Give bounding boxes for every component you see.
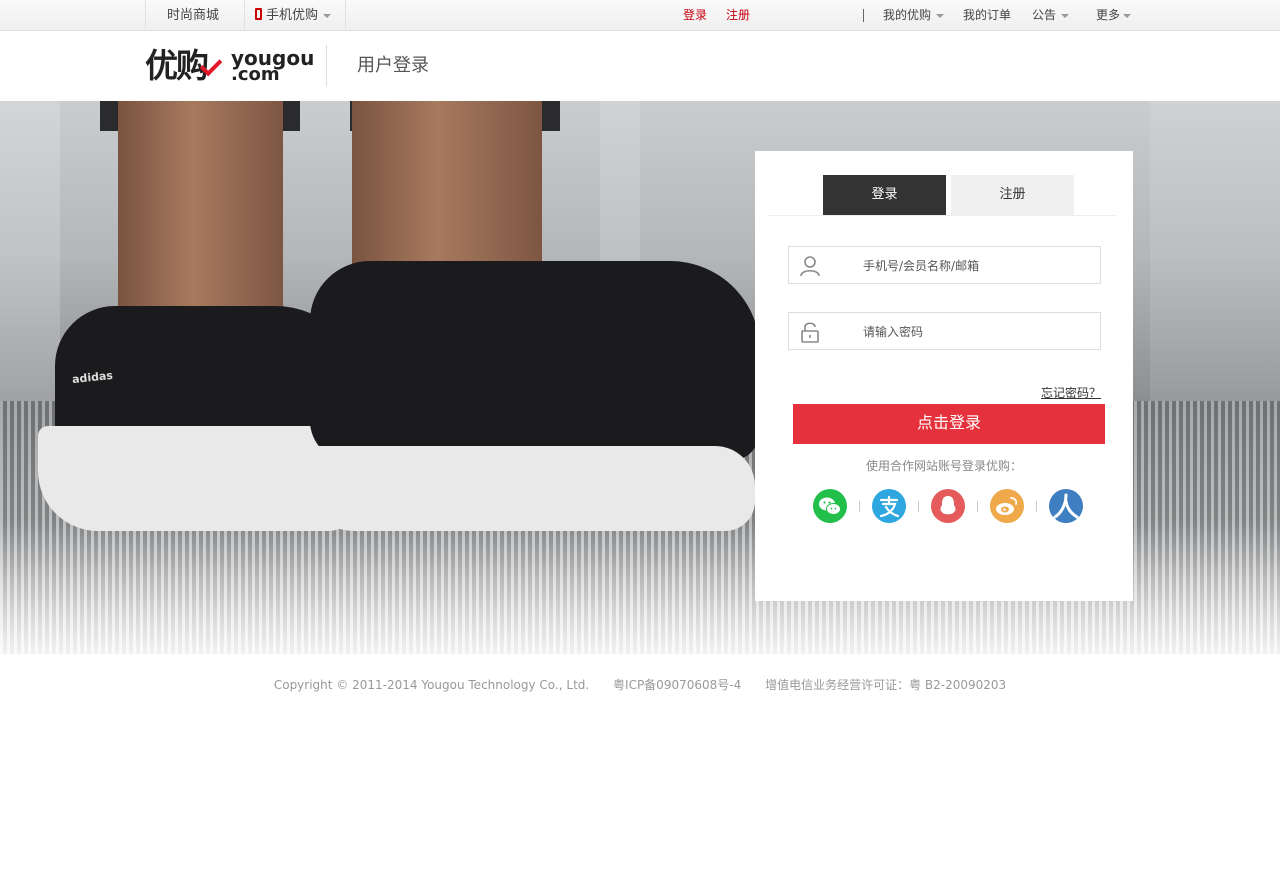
divider — [859, 501, 860, 512]
divider — [918, 501, 919, 512]
escalator-rail — [0, 101, 60, 401]
phone-icon — [255, 8, 262, 20]
right-shoe-sole — [295, 446, 755, 531]
icp-record-link[interactable]: 粤ICP备09070608号-4 — [613, 678, 741, 692]
divider — [977, 501, 978, 512]
partner-login-tip: 使用合作网站账号登录优购： — [865, 459, 1022, 473]
wechat-icon — [813, 489, 847, 523]
user-icon — [800, 256, 820, 277]
telecom-license-text: 增值电信业务经营许可证：粤 B2-20090203 — [765, 678, 1007, 692]
qq-login-button[interactable] — [931, 489, 965, 523]
my-yougou-menu[interactable]: 我的优购 — [883, 0, 945, 31]
header-divider — [326, 45, 327, 87]
escalator-rail — [1150, 101, 1280, 401]
notice-label: 公告 — [1032, 8, 1057, 22]
mobile-label: 手机优购 — [266, 8, 319, 23]
right-shoe — [310, 261, 760, 461]
username-input[interactable] — [863, 256, 1083, 276]
login-tabs: 登录 注册 — [769, 175, 1117, 216]
lock-icon — [801, 322, 819, 343]
copyright-text: Copyright © 2011-2014 Yougou Technology … — [273, 678, 590, 692]
top-bar: 时尚商城 手机优购 登录 注册 我的优购 我的订单 公告 更多 — [0, 0, 1280, 31]
site-footer: Copyright © 2011-2014 Yougou Technology … — [0, 676, 1280, 693]
divider — [863, 9, 864, 22]
password-field[interactable] — [788, 312, 1101, 350]
alipay-icon — [872, 489, 906, 523]
forgot-password-link[interactable]: 忘记密码？ — [1041, 384, 1101, 401]
login-link[interactable]: 登录 — [683, 0, 707, 31]
username-field[interactable] — [788, 246, 1101, 284]
logo-text-domain: .com — [231, 64, 280, 85]
password-input[interactable] — [863, 322, 1083, 342]
register-link[interactable]: 注册 — [726, 0, 750, 31]
tab-register[interactable]: 注册 — [951, 175, 1074, 215]
wechat-login-button[interactable] — [813, 489, 847, 523]
chevron-down-icon — [1061, 13, 1070, 18]
divider — [1036, 501, 1037, 512]
logo-text-cn: 优购 — [145, 46, 209, 85]
site-header: 优购 yougou .com 用户登录 — [0, 31, 1280, 101]
chevron-down-icon — [323, 13, 332, 18]
divider — [145, 0, 146, 31]
renren-login-button[interactable] — [1049, 489, 1083, 523]
my-orders-link[interactable]: 我的订单 — [963, 0, 1011, 31]
more-label: 更多 — [1096, 8, 1121, 22]
divider — [345, 0, 346, 31]
site-name-link[interactable]: 时尚商城 — [167, 0, 219, 31]
page-title: 用户登录 — [357, 55, 429, 76]
renren-icon — [1049, 489, 1083, 523]
alipay-login-button[interactable] — [872, 489, 906, 523]
login-submit-button[interactable]: 点击登录 — [793, 404, 1105, 444]
yougou-logo[interactable]: 优购 yougou .com — [145, 45, 314, 87]
tab-login[interactable]: 登录 — [823, 175, 946, 215]
my-yougou-label: 我的优购 — [883, 8, 932, 22]
chevron-down-icon — [936, 13, 945, 18]
notice-menu[interactable]: 公告 — [1032, 0, 1070, 31]
mobile-yougou-menu[interactable]: 手机优购 — [255, 0, 332, 31]
more-menu[interactable]: 更多 — [1096, 0, 1132, 31]
divider — [244, 0, 245, 31]
weibo-icon — [990, 489, 1024, 523]
weibo-login-button[interactable] — [990, 489, 1024, 523]
chevron-down-icon — [1123, 13, 1132, 18]
login-panel: 登录 注册 忘记密码？ 点击登录 使用合作网站账号登录优购： — [755, 151, 1133, 601]
qq-icon — [931, 489, 965, 523]
